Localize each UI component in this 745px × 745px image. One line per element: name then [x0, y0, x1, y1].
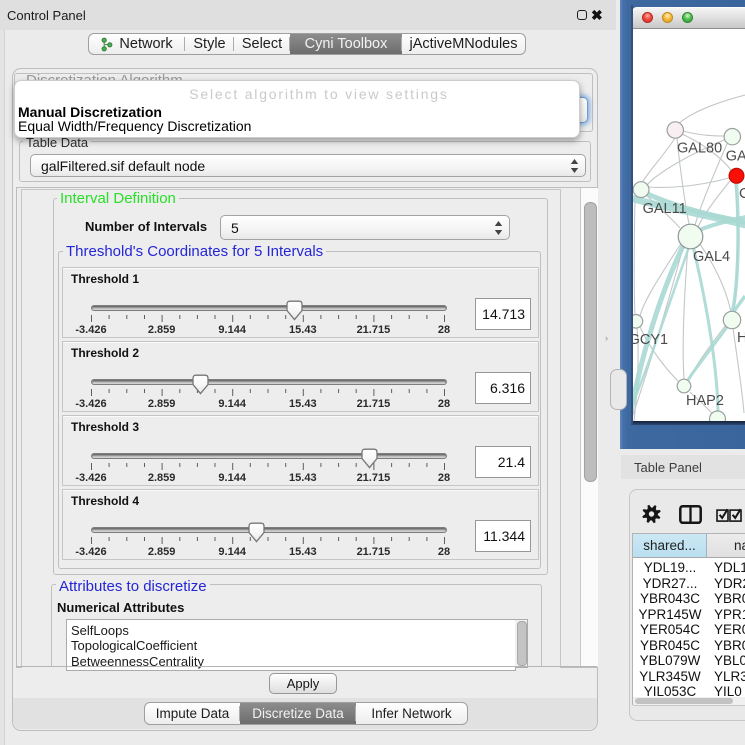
svg-text:GAL4: GAL4: [693, 249, 730, 265]
svg-text:HAP: HAP: [737, 330, 745, 346]
svg-text:GAL4: GAL4: [726, 149, 745, 165]
svg-text:GCY1: GCY1: [632, 332, 668, 348]
svg-text:CYC: CYC: [739, 186, 745, 202]
svg-text:GAL11: GAL11: [643, 201, 687, 217]
svg-text:GAL80: GAL80: [677, 141, 722, 157]
svg-text:HAP2: HAP2: [686, 393, 724, 409]
